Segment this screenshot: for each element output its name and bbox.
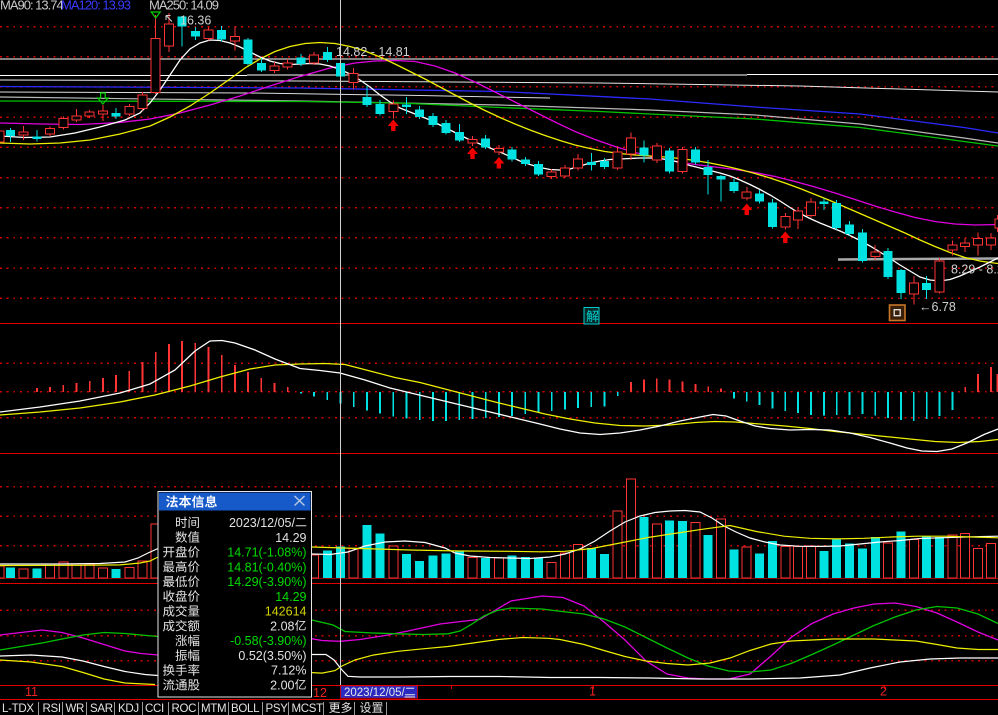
svg-text:14.81(-0.40%): 14.81(-0.40%) [227,560,306,574]
svg-text:BOLL: BOLL [231,703,260,715]
svg-text:2: 2 [880,685,887,699]
svg-text:SAR: SAR [90,703,113,715]
svg-text:L-TDX: L-TDX [2,703,34,715]
svg-text:14.29(-3.90%): 14.29(-3.90%) [227,575,306,589]
svg-text:KDJ: KDJ [118,703,139,715]
svg-text:2023/12/05/: 2023/12/05/ [344,687,406,699]
svg-text:2023/12/05/: 2023/12/05/ [229,516,296,530]
svg-text:WR: WR [66,703,85,715]
svg-text:-0.58(-3.90%): -0.58(-3.90%) [230,634,306,648]
svg-text:PSY: PSY [266,703,289,715]
svg-text:11: 11 [25,685,38,699]
svg-text:RSI: RSI [43,703,61,715]
svg-text:MA120: 13.93: MA120: 13.93 [61,0,131,13]
svg-text:MA90: 13.74: MA90: 13.74 [0,0,63,13]
svg-text:ROC: ROC [172,703,197,715]
svg-text:CCI: CCI [145,703,164,715]
svg-text:12: 12 [313,686,327,700]
svg-text:2.08: 2.08 [270,619,294,633]
svg-text:16.36: 16.36 [180,14,211,28]
svg-text:14.29: 14.29 [275,531,306,545]
svg-text:MA250: 14.09: MA250: 14.09 [149,0,219,13]
svg-text:14.71(-1.08%): 14.71(-1.08%) [227,546,306,560]
svg-text:14.29: 14.29 [275,590,306,604]
svg-text:←6.78: ←6.78 [919,300,956,314]
svg-text:1: 1 [589,685,596,699]
svg-text:142614: 142614 [265,605,307,619]
svg-text:14.82 - 14.81: 14.82 - 14.81 [336,45,410,59]
svg-text:8.29 - 8.2: 8.29 - 8.2 [951,263,998,277]
svg-text:MTM: MTM [201,703,226,715]
svg-text:0.52(3.50%): 0.52(3.50%) [238,649,306,663]
svg-text:7.12%: 7.12% [271,664,306,678]
svg-text:MCST: MCST [292,703,324,715]
svg-text:2.00: 2.00 [270,679,294,693]
